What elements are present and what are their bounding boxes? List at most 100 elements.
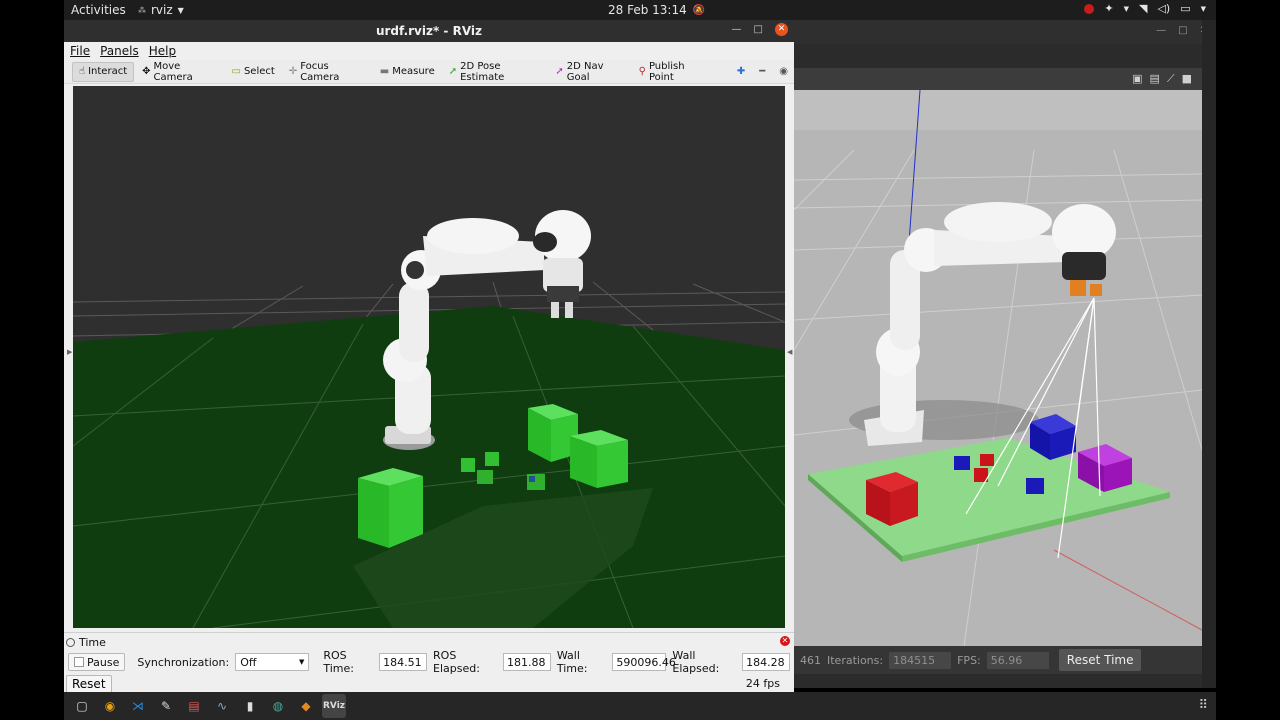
move-icon: ✥ xyxy=(142,65,151,77)
terminal-icon[interactable]: ▮ xyxy=(238,694,262,718)
record-icon[interactable]: ▤ xyxy=(1149,72,1159,86)
tool-measure-label: Measure xyxy=(392,66,435,77)
collapse-right-icon[interactable]: ◀ xyxy=(787,348,792,356)
globe-icon[interactable]: ◍ xyxy=(266,694,290,718)
focus-icon: ✛ xyxy=(288,65,298,77)
gazebo-statusbar: 461 Iterations: 184515 FPS: 56.96 Reset … xyxy=(794,646,1202,674)
system-menu-icon[interactable]: ▼ xyxy=(1201,5,1206,13)
maximize-icon[interactable]: □ xyxy=(1178,25,1187,36)
reset-button[interactable]: Reset xyxy=(66,675,112,693)
clock[interactable]: 28 Feb 13:14 🔕 xyxy=(608,3,705,17)
menu-help[interactable]: Help xyxy=(149,44,176,58)
wall-elapsed-field[interactable]: 184.28 xyxy=(742,653,790,671)
menu-file[interactable]: File xyxy=(70,44,90,58)
time-panel-header: Time ✕ xyxy=(66,635,792,649)
iterations-value: 184515 xyxy=(889,651,952,669)
iterations-label: Iterations: xyxy=(827,653,884,667)
ruler-icon: ▬ xyxy=(379,65,390,77)
select-box-icon: ▭ xyxy=(231,65,241,77)
tool-move-camera-label: Move Camera xyxy=(153,60,193,83)
tool-select-label: Select xyxy=(243,66,275,77)
time-panel-row: Pause Synchronization: Off ▼ ROS Time: 1… xyxy=(68,649,790,675)
reset-label: Reset xyxy=(72,677,106,691)
menu-bar: File Panels Help xyxy=(64,42,794,59)
chevron-down-icon: ▼ xyxy=(298,658,305,666)
plot-icon[interactable]: ⟋ xyxy=(1167,72,1175,86)
vscode-icon[interactable]: ⋊ xyxy=(126,694,150,718)
magenta-arrow-icon: ➚ xyxy=(555,65,564,77)
rviz-dock-app[interactable]: RViz xyxy=(322,694,346,718)
wall-elapsed-label: Wall Elapsed: xyxy=(672,649,720,675)
minimize-icon[interactable]: — xyxy=(1156,25,1166,36)
tool-2d-pose-estimate[interactable]: ➚ 2D Pose Estimate xyxy=(443,61,548,83)
chrome-icon[interactable]: ◉ xyxy=(98,694,122,718)
system-tray[interactable]: ✦ ▼ ◥ ◁) ▭ ▼ xyxy=(1084,2,1206,15)
files-icon[interactable]: ▢ xyxy=(70,694,94,718)
hand-icon: ☝ xyxy=(79,65,86,77)
battery-icon[interactable]: ▭ xyxy=(1180,2,1190,15)
rviz-titlebar[interactable]: urdf.rviz* - RViz — □ ✕ xyxy=(64,20,794,42)
document-viewer-icon[interactable]: ▤ xyxy=(182,694,206,718)
text-editor-icon[interactable]: ✎ xyxy=(154,694,178,718)
maximize-icon[interactable]: □ xyxy=(754,24,763,35)
tool-bar: ☝ Interact ✥ Move Camera ▭ Select ✛ Focu… xyxy=(64,60,794,84)
menu-panels[interactable]: Panels xyxy=(100,44,139,58)
gazebo-window-buttons: — □ ✕ xyxy=(1156,25,1208,36)
ros-time-field[interactable]: 184.51 xyxy=(379,653,428,671)
gazebo-3d-scene[interactable] xyxy=(794,90,1202,646)
synchronization-select[interactable]: Off ▼ xyxy=(235,653,310,671)
left-panel-splitter[interactable]: ▶ xyxy=(66,86,72,628)
desktop: Activities ⁂ rviz ▼ 28 Feb 13:14 🔕 ✦ ▼ ◥… xyxy=(0,0,1280,720)
tool-2d-nav-goal[interactable]: ➚ 2D Nav Goal xyxy=(549,61,630,83)
rviz-3d-view[interactable] xyxy=(73,86,785,628)
tool-move-camera[interactable]: ✥ Move Camera xyxy=(136,60,223,83)
activities-button[interactable]: Activities xyxy=(71,3,126,17)
video-icon[interactable]: ■ xyxy=(1182,72,1192,86)
record-indicator-icon[interactable] xyxy=(1084,3,1095,14)
tool-publish-point-label: Publish Point xyxy=(648,60,685,83)
volume-icon[interactable]: ◁) xyxy=(1157,2,1170,15)
gnome-top-bar: Activities ⁂ rviz ▼ 28 Feb 13:14 🔕 ✦ ▼ ◥… xyxy=(64,0,1216,20)
add-tool-icon[interactable]: ✚ xyxy=(731,62,751,82)
chevron-down-icon[interactable]: ▼ xyxy=(1124,5,1129,13)
app-menu-label: rviz xyxy=(151,3,173,17)
minimize-icon[interactable]: — xyxy=(732,24,742,35)
gazebo-partial-field: 461 xyxy=(800,653,821,667)
tool-select[interactable]: ▭ Select xyxy=(225,62,280,82)
synchronization-value: Off xyxy=(240,655,257,669)
remove-tool-icon[interactable]: ━ xyxy=(753,62,771,82)
network-wifi-icon[interactable]: ◥ xyxy=(1139,2,1147,15)
ros-elapsed-field[interactable]: 181.88 xyxy=(502,653,551,671)
tool-properties-icon[interactable]: ◉ xyxy=(773,62,794,82)
tool-publish-point[interactable]: ⚲ Publish Point xyxy=(633,60,714,83)
synchronization-label: Synchronization: xyxy=(137,655,230,669)
gazebo-right-panel-strip xyxy=(1202,20,1216,688)
show-apps-icon[interactable]: ⠿ xyxy=(1198,698,1208,713)
right-panel-splitter[interactable]: ◀ xyxy=(786,86,792,628)
time-panel-title: Time xyxy=(79,635,106,649)
package-icon[interactable]: ◆ xyxy=(294,694,318,718)
pause-button[interactable]: Pause xyxy=(68,653,126,671)
tool-focus-camera-label: Focus Camera xyxy=(300,60,340,83)
wall-time-field[interactable]: 590096.46 xyxy=(612,653,676,671)
gazebo-titlebar[interactable]: — □ ✕ xyxy=(794,20,1216,44)
tool-focus-camera[interactable]: ✛ Focus Camera xyxy=(283,60,372,83)
system-monitor-icon[interactable]: ∿ xyxy=(210,694,234,718)
tool-interact[interactable]: ☝ Interact xyxy=(72,61,135,82)
app-menu[interactable]: ⁂ rviz ▼ xyxy=(138,3,184,17)
close-icon[interactable]: ✕ xyxy=(780,636,790,646)
reset-time-button[interactable]: Reset Time xyxy=(1058,649,1142,671)
close-icon[interactable]: ✕ xyxy=(775,23,788,36)
pin-icon: ⚲ xyxy=(638,65,646,77)
expand-left-icon[interactable]: ▶ xyxy=(67,348,72,356)
taskbar-dock: ▢ ◉ ⋊ ✎ ▤ ∿ ▮ ◍ ◆ RViz ⠿ xyxy=(64,692,1216,720)
pause-label: Pause xyxy=(87,655,120,669)
rviz-window-buttons: — □ ✕ xyxy=(732,23,788,36)
notifications-muted-icon: 🔕 xyxy=(692,4,706,16)
accessibility-icon[interactable]: ✦ xyxy=(1104,2,1113,15)
camera-icon[interactable]: ▣ xyxy=(1132,72,1142,86)
gazebo-scene-render xyxy=(794,90,1202,646)
tool-measure[interactable]: ▬ Measure xyxy=(374,62,441,82)
clock-label: 28 Feb 13:14 xyxy=(608,3,687,17)
panel-float-icon[interactable] xyxy=(66,637,75,647)
